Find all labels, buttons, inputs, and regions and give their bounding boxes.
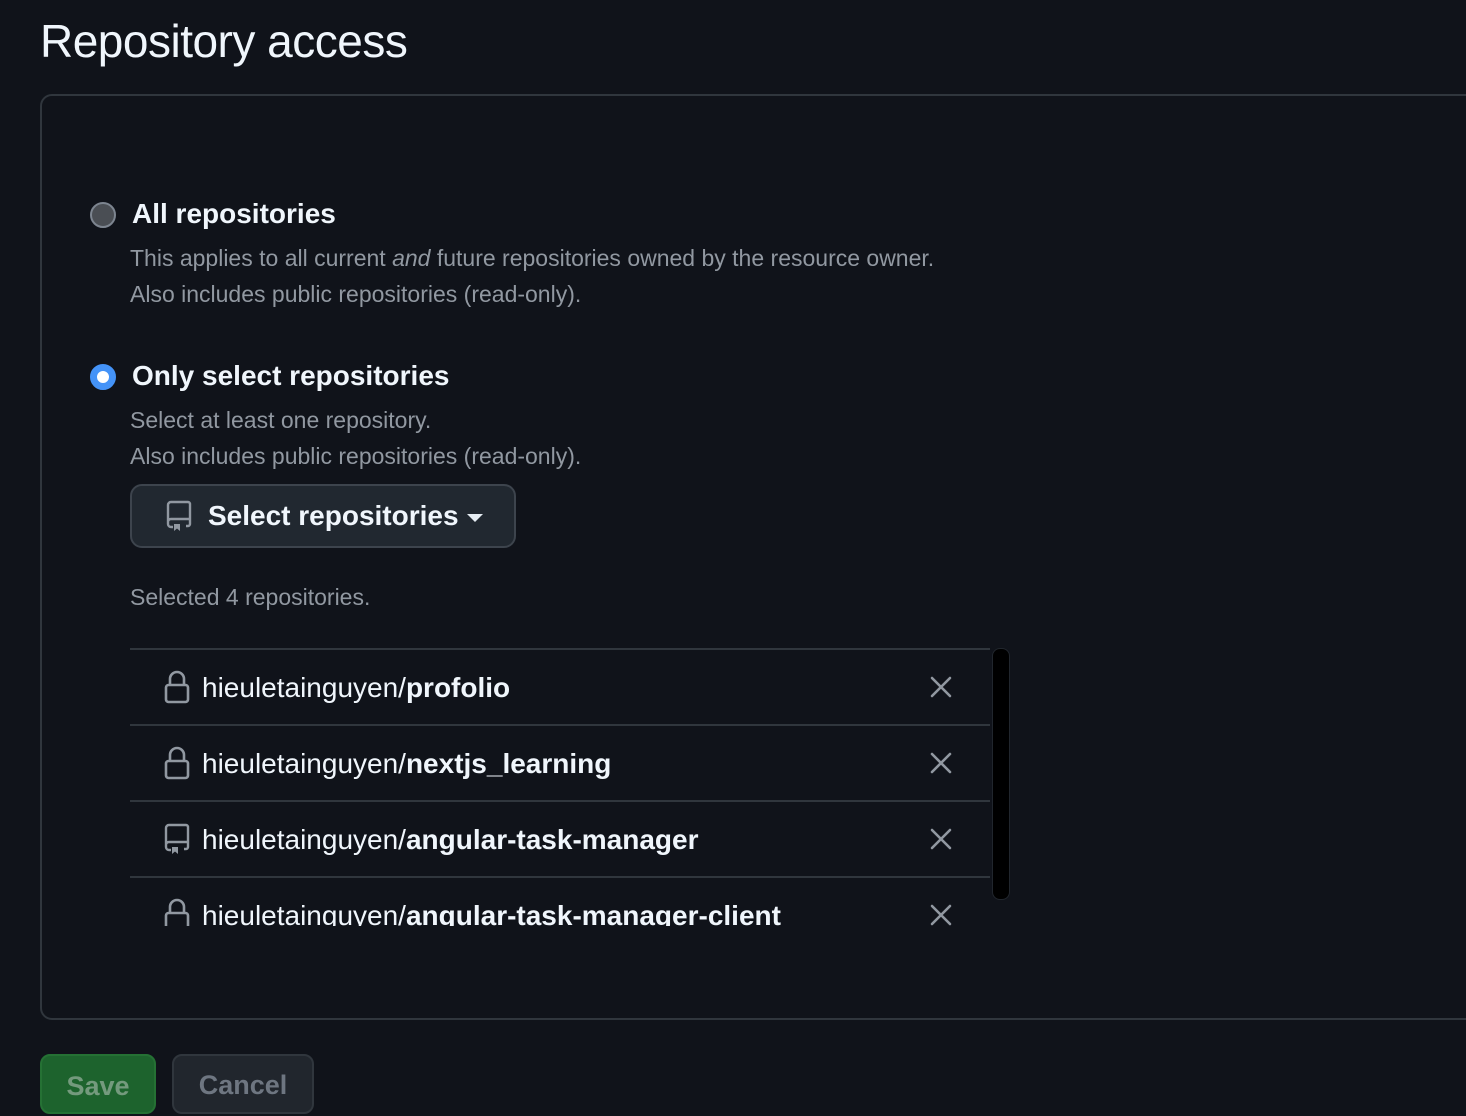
select-repositories-label[interactable]: Only select repositories: [132, 360, 449, 392]
repository-access-panel: All repositories This applies to all cur…: [40, 94, 1466, 1020]
repo-full-name: hieuletainguyen/angular-task-manager-cli…: [202, 900, 781, 926]
repo-name: nextjs_learning: [405, 748, 612, 779]
cancel-button[interactable]: Cancel: [172, 1054, 314, 1114]
repo-owner: hieuletainguyen/: [202, 672, 406, 703]
select-repositories-button-label: Select repositories: [208, 500, 459, 531]
repo-full-name: hieuletainguyen/profolio: [202, 672, 510, 704]
repo-owner: hieuletainguyen/: [202, 748, 406, 779]
lock-icon: [164, 898, 190, 926]
repo-owner: hieuletainguyen/: [202, 824, 406, 855]
caret-down-icon: [466, 514, 483, 522]
save-button[interactable]: Save: [40, 1054, 156, 1114]
all-desc-part2: future repositories owned by the resourc…: [430, 245, 935, 271]
select-repositories-description: Select at least one repository. Also inc…: [130, 402, 581, 474]
select-repositories-radio[interactable]: [90, 364, 116, 390]
repo-row: hieuletainguyen/profolio: [130, 650, 990, 726]
repo-full-name: hieuletainguyen/nextjs_learning: [202, 748, 611, 780]
selected-repositories-list: hieuletainguyen/profolio hieuletainguyen…: [130, 648, 990, 926]
remove-repo-x-icon[interactable]: [928, 826, 954, 852]
remove-repo-x-icon[interactable]: [928, 902, 954, 926]
remove-repo-x-icon[interactable]: [928, 674, 954, 700]
selected-count-text: Selected 4 repositories.: [130, 584, 371, 610]
all-repositories-description: This applies to all current and future r…: [130, 240, 934, 312]
select-desc-line2: Also includes public repositories (read-…: [130, 443, 582, 469]
all-desc-part1: This applies to all current: [130, 245, 393, 271]
page-title: Repository access: [40, 15, 408, 67]
repo-row: hieuletainguyen/angular-task-manager: [130, 802, 990, 878]
all-desc-line2: Also includes public repositories (read-…: [130, 281, 582, 307]
all-repositories-label[interactable]: All repositories: [132, 198, 336, 230]
repo-name: angular-task-manager: [405, 824, 699, 855]
repo-name: angular-task-manager-client: [405, 900, 781, 926]
select-repositories-button[interactable]: Select repositories: [130, 484, 516, 548]
repo-icon: [164, 822, 190, 856]
repo-owner: hieuletainguyen/: [202, 900, 406, 926]
lock-icon: [164, 746, 190, 780]
repo-full-name: hieuletainguyen/angular-task-manager: [202, 824, 699, 856]
repo-icon: [166, 500, 192, 532]
repo-row: hieuletainguyen/nextjs_learning: [130, 726, 990, 802]
repo-name: profolio: [405, 672, 511, 703]
repo-list-scrollbar[interactable]: [992, 648, 1010, 900]
remove-repo-x-icon[interactable]: [928, 750, 954, 776]
repo-row: hieuletainguyen/angular-task-manager-cli…: [130, 878, 990, 926]
lock-icon: [164, 670, 190, 704]
select-desc-line1: Select at least one repository.: [130, 407, 432, 433]
all-repositories-radio[interactable]: [90, 202, 116, 228]
all-desc-emphasis: and: [392, 245, 431, 271]
